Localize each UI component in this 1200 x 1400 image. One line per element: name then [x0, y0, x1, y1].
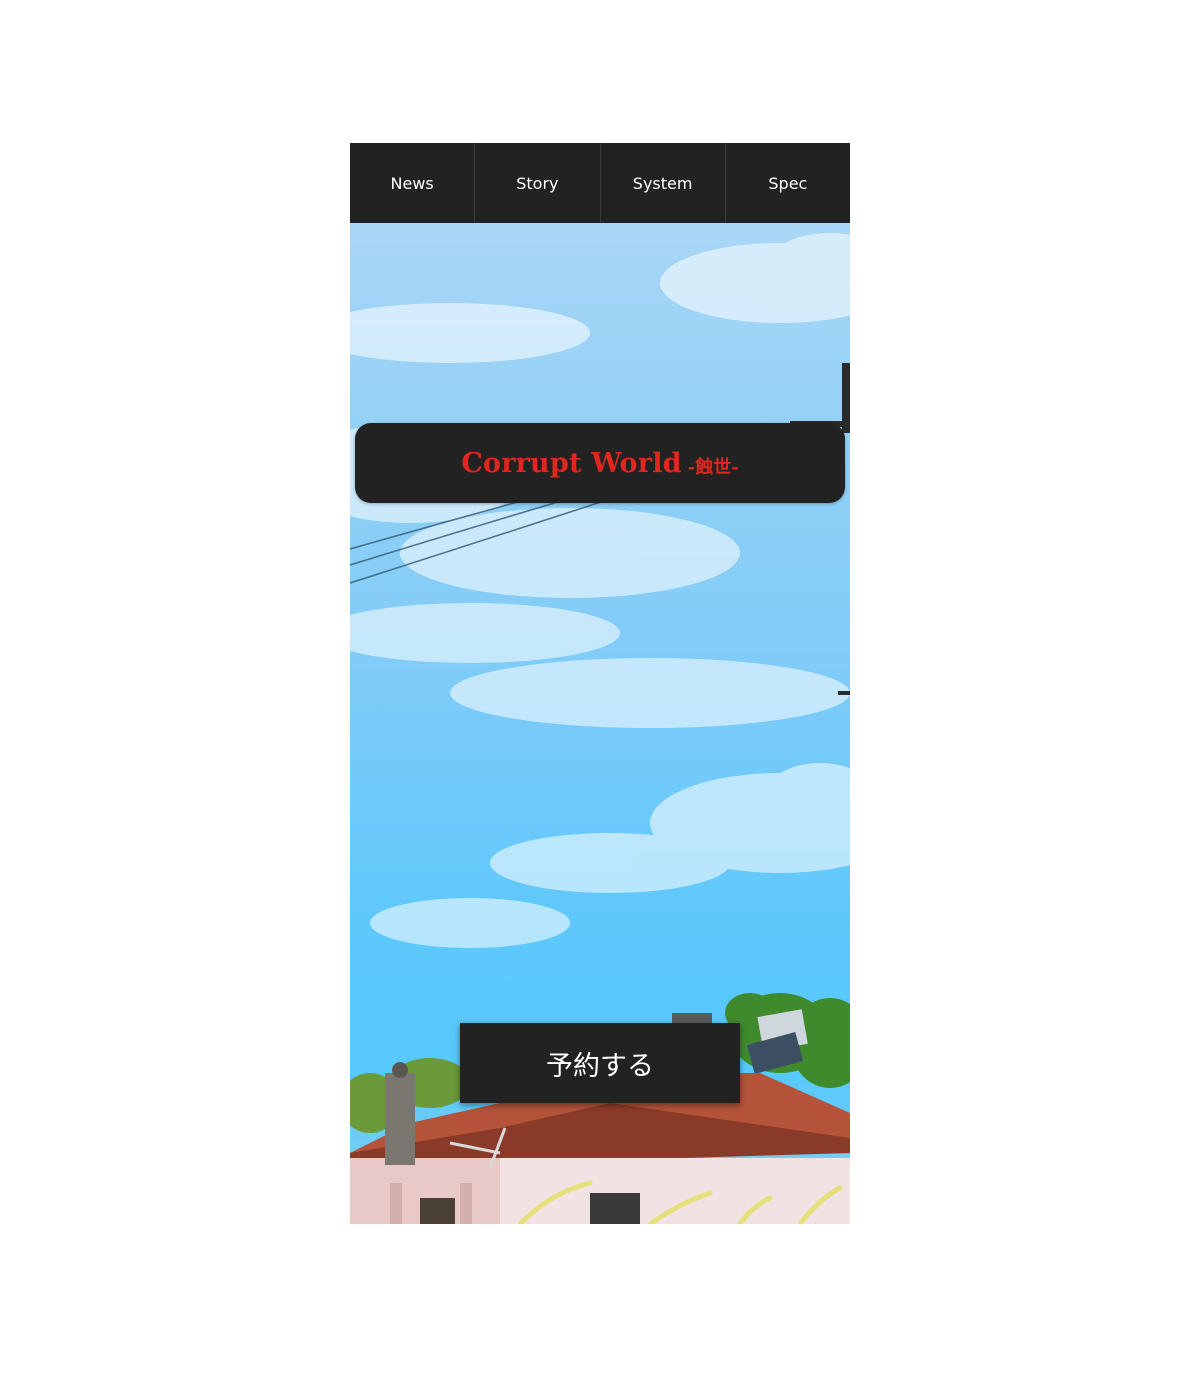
nav-item-story[interactable]: Story: [475, 143, 601, 223]
nav-item-spec[interactable]: Spec: [726, 143, 850, 223]
nav-item-system[interactable]: System: [601, 143, 726, 223]
mobile-viewport: News Story System Spec Corrupt World -蝕世…: [350, 143, 850, 1224]
nav-item-news[interactable]: News: [350, 143, 476, 223]
game-subtitle: -蝕世-: [687, 457, 739, 478]
game-title: Corrupt World: [461, 447, 682, 479]
reserve-button[interactable]: 予約する: [460, 1023, 740, 1103]
game-title-banner: Corrupt World -蝕世-: [355, 423, 845, 503]
hero-background: Corrupt World -蝕世- 予約する: [350, 223, 850, 1224]
top-nav: News Story System Spec: [350, 143, 850, 223]
